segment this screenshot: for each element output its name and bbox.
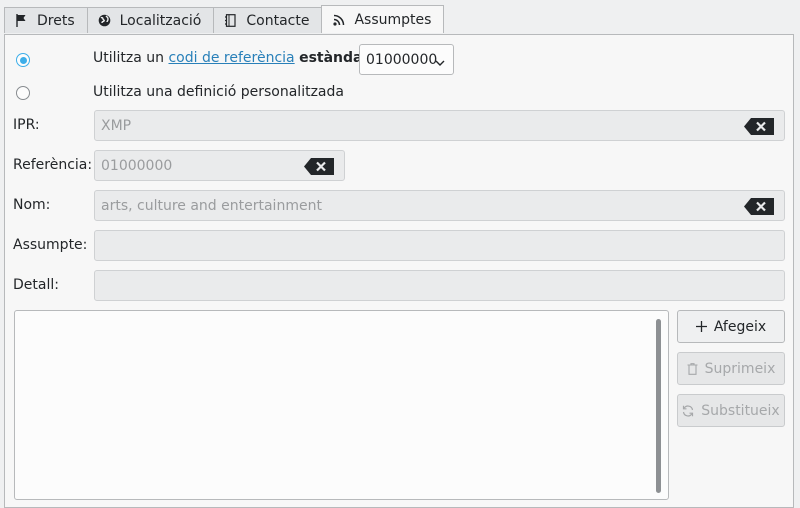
name-placeholder: arts, culture and entertainment <box>101 197 322 214</box>
detail-label: Detall: <box>13 277 59 293</box>
ipr-field[interactable]: XMP <box>94 110 785 141</box>
tab-label: Drets <box>37 12 75 29</box>
reference-code-link[interactable]: codi de referència <box>168 50 294 66</box>
reference-field[interactable]: 01000000 <box>94 150 345 181</box>
reference-label: Referència: <box>13 157 93 173</box>
plus-icon <box>695 321 707 332</box>
name-field[interactable]: arts, culture and entertainment <box>94 190 785 221</box>
tab-contacte[interactable]: Contacte <box>213 7 323 33</box>
subject-field[interactable] <box>94 230 785 261</box>
tab-bar: Drets Localització Contacte Assumptes <box>4 5 445 35</box>
add-button-label: Afegeix <box>713 318 767 335</box>
tab-label: Assumptes <box>354 11 432 28</box>
address-book-icon <box>224 14 237 27</box>
replace-button[interactable]: Substitueix <box>677 394 785 427</box>
subjects-list[interactable] <box>14 310 669 500</box>
tab-label: Contacte <box>246 12 310 29</box>
remove-button[interactable]: Suprimeix <box>677 352 785 385</box>
tab-assumptes[interactable]: Assumptes <box>321 5 445 33</box>
refresh-icon <box>682 404 694 417</box>
tab-localitzacio[interactable]: Localització <box>86 7 215 33</box>
ipr-placeholder: XMP <box>101 117 132 134</box>
tab-label: Localització <box>119 12 202 29</box>
add-button[interactable]: Afegeix <box>677 310 785 343</box>
radio-standard-label: Utilitza un codi de referència estàndard <box>93 50 379 66</box>
rss-icon <box>332 13 345 26</box>
clear-icon[interactable] <box>304 158 334 179</box>
remove-button-label: Suprimeix <box>704 360 776 377</box>
standard-code-value: 01000000 <box>366 51 438 68</box>
globe-icon <box>98 14 111 27</box>
reference-placeholder: 01000000 <box>101 157 173 174</box>
chevron-down-icon <box>435 55 445 71</box>
trash-icon <box>687 362 698 375</box>
flag-icon <box>15 14 28 27</box>
standard-code-combobox[interactable]: 01000000 <box>359 44 454 75</box>
ipr-label: IPR: <box>13 117 40 133</box>
name-label: Nom: <box>13 197 51 213</box>
replace-button-label: Substitueix <box>701 402 780 419</box>
subject-label: Assumpte: <box>13 237 88 253</box>
clear-icon[interactable] <box>744 198 774 219</box>
radio-standard-prefix: Utilitza un <box>93 50 165 66</box>
radio-custom-label: Utilitza una definició personalitzada <box>93 84 344 100</box>
radio-standard-code[interactable] <box>16 53 30 67</box>
detail-field[interactable] <box>94 270 785 301</box>
radio-custom-definition[interactable] <box>16 86 30 100</box>
clear-icon[interactable] <box>744 118 774 139</box>
tab-drets[interactable]: Drets <box>4 7 88 33</box>
list-scrollbar[interactable] <box>656 319 661 493</box>
